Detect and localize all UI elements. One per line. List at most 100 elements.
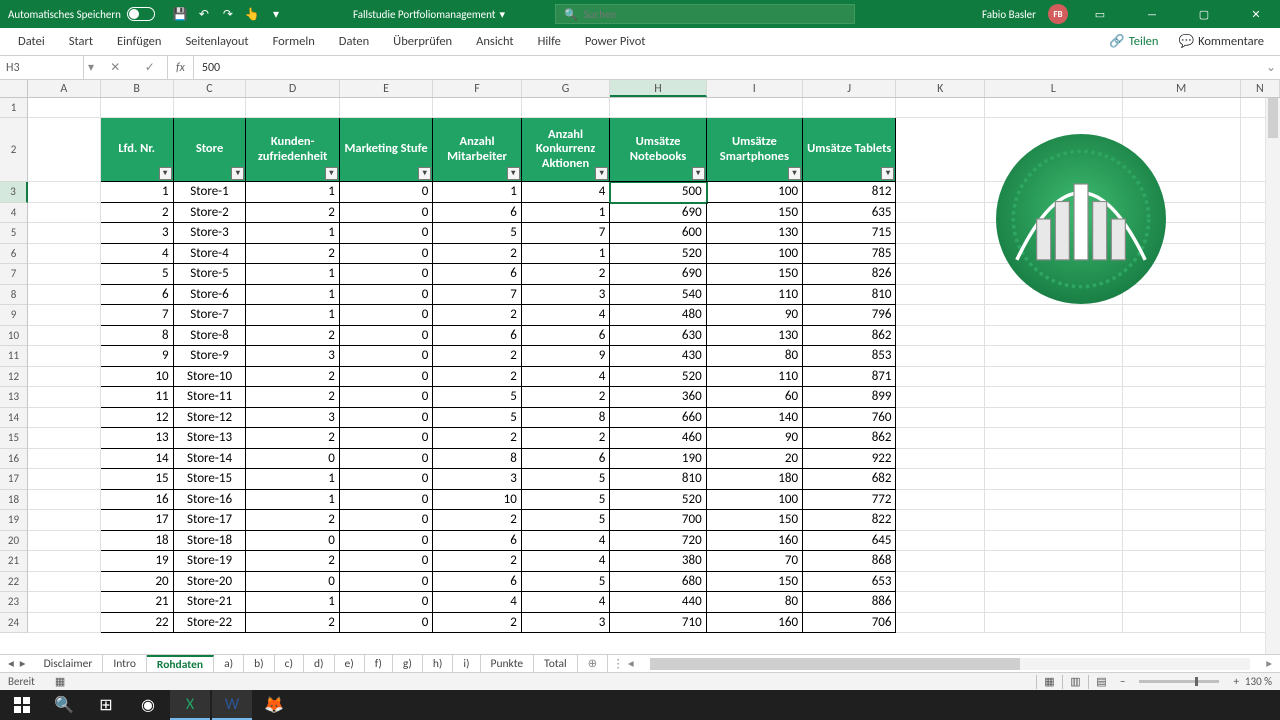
cell[interactable]: 6 xyxy=(522,326,611,347)
row-header-22[interactable]: 22 xyxy=(0,572,28,593)
cell[interactable]: 100 xyxy=(707,490,803,511)
maximize-button[interactable]: ▢ xyxy=(1184,0,1224,28)
cell[interactable]: 3 xyxy=(433,469,522,490)
cell[interactable]: 5 xyxy=(433,223,522,244)
table-header[interactable]: Store▾ xyxy=(174,118,247,182)
cell[interactable]: 190 xyxy=(610,449,706,470)
cell[interactable]: 0 xyxy=(340,326,433,347)
cell[interactable]: 60 xyxy=(707,387,803,408)
title-dropdown-icon[interactable]: ▾ xyxy=(499,8,505,21)
sheet-tab-intro[interactable]: Intro xyxy=(103,655,147,672)
sheet-tab-c[interactable]: c) xyxy=(275,655,304,672)
cancel-formula-icon[interactable]: ✕ xyxy=(110,60,120,75)
cell[interactable]: 710 xyxy=(610,613,706,634)
share-button[interactable]: 🔗 Teilen xyxy=(1099,34,1168,49)
cell[interactable]: Store-21 xyxy=(174,592,247,613)
cell[interactable]: 600 xyxy=(610,223,706,244)
cell[interactable]: 460 xyxy=(610,428,706,449)
cell[interactable]: 2 xyxy=(246,428,339,449)
vscroll-thumb[interactable] xyxy=(1268,98,1278,138)
cell[interactable]: Store-5 xyxy=(174,264,247,285)
cell[interactable]: 440 xyxy=(610,592,706,613)
row-header-18[interactable]: 18 xyxy=(0,490,28,511)
cell[interactable]: 16 xyxy=(101,490,174,511)
cell[interactable]: Store-13 xyxy=(174,428,247,449)
cell[interactable]: 1 xyxy=(246,469,339,490)
column-header-J[interactable]: J xyxy=(803,80,896,97)
cell[interactable]: 6 xyxy=(433,326,522,347)
cell[interactable]: 0 xyxy=(340,469,433,490)
sheet-tab-punkte[interactable]: Punkte xyxy=(481,655,535,672)
active-cell[interactable]: 500 xyxy=(610,182,706,203)
cell[interactable]: 20 xyxy=(707,449,803,470)
cell[interactable]: 3 xyxy=(522,285,611,306)
cell[interactable]: 7 xyxy=(433,285,522,306)
cell[interactable]: Store-22 xyxy=(174,613,247,634)
cell[interactable]: 150 xyxy=(707,510,803,531)
cell[interactable]: 2 xyxy=(246,510,339,531)
column-header-H[interactable]: H xyxy=(610,80,706,97)
cell[interactable]: 13 xyxy=(101,428,174,449)
cell[interactable]: 17 xyxy=(101,510,174,531)
sheet-tab-f[interactable]: f) xyxy=(365,655,393,672)
cell[interactable]: 8 xyxy=(522,408,611,429)
cell[interactable]: 886 xyxy=(803,592,896,613)
cell[interactable]: 0 xyxy=(340,285,433,306)
cell[interactable]: 90 xyxy=(707,428,803,449)
row-header-17[interactable]: 17 xyxy=(0,469,28,490)
cell[interactable]: 12 xyxy=(101,408,174,429)
cell[interactable]: 6 xyxy=(433,264,522,285)
cell[interactable]: 4 xyxy=(522,182,611,203)
row-header-24[interactable]: 24 xyxy=(0,613,28,634)
cell[interactable]: 0 xyxy=(340,387,433,408)
cell[interactable]: 0 xyxy=(340,428,433,449)
minimize-button[interactable]: — xyxy=(1132,0,1172,28)
name-box[interactable]: H3 xyxy=(0,56,84,79)
cell[interactable]: 2 xyxy=(433,367,522,388)
table-header[interactable]: Lfd. Nr.▾ xyxy=(101,118,174,182)
cell[interactable]: 4 xyxy=(522,551,611,572)
cell[interactable]: 0 xyxy=(340,510,433,531)
cell[interactable]: 520 xyxy=(610,244,706,265)
cell[interactable]: 20 xyxy=(101,572,174,593)
tab-split-handle[interactable]: ⋮ xyxy=(612,656,624,671)
row-header-7[interactable]: 7 xyxy=(0,264,28,285)
cell[interactable]: 80 xyxy=(707,592,803,613)
cell[interactable]: 10 xyxy=(101,367,174,388)
cell[interactable]: 1 xyxy=(246,490,339,511)
cell[interactable]: 853 xyxy=(803,346,896,367)
normal-view-icon[interactable]: ▦ xyxy=(1036,675,1062,689)
zoom-slider[interactable] xyxy=(1139,680,1219,683)
row-header-13[interactable]: 13 xyxy=(0,387,28,408)
ribbon-tab-seitenlayout[interactable]: Seitenlayout xyxy=(173,28,260,55)
cell[interactable]: 8 xyxy=(433,449,522,470)
sheet-nav-next-icon[interactable]: ▸ xyxy=(20,656,26,671)
cell[interactable]: 18 xyxy=(101,531,174,552)
cell[interactable]: 922 xyxy=(803,449,896,470)
hscroll-thumb[interactable] xyxy=(650,658,1020,670)
ribbon-tab-power pivot[interactable]: Power Pivot xyxy=(573,28,658,55)
cell[interactable]: 2 xyxy=(246,551,339,572)
cell[interactable]: 796 xyxy=(803,305,896,326)
filter-dropdown-icon[interactable]: ▾ xyxy=(507,167,520,180)
embedded-logo[interactable] xyxy=(996,134,1166,304)
cell[interactable]: 1 xyxy=(522,203,611,224)
cell[interactable]: 2 xyxy=(433,613,522,634)
cell[interactable]: 2 xyxy=(522,264,611,285)
cell[interactable]: 682 xyxy=(803,469,896,490)
cell[interactable]: 4 xyxy=(433,592,522,613)
cell[interactable]: 5 xyxy=(522,572,611,593)
table-header[interactable]: Kunden-zufriedenheit▾ xyxy=(246,118,339,182)
hscroll-left-icon[interactable]: ◂ xyxy=(624,656,638,671)
cell[interactable]: Store-20 xyxy=(174,572,247,593)
sheet-nav-prev-icon[interactable]: ◂ xyxy=(8,656,14,671)
cell[interactable]: 0 xyxy=(340,572,433,593)
user-name[interactable]: Fabio Basler xyxy=(982,8,1036,21)
cell[interactable]: 0 xyxy=(340,223,433,244)
undo-icon[interactable]: ↶ xyxy=(197,7,211,21)
cell[interactable]: 150 xyxy=(707,203,803,224)
cell[interactable]: 630 xyxy=(610,326,706,347)
spreadsheet-grid[interactable]: ABCDEFGHIJKLMN 12Lfd. Nr.▾Store▾Kunden-z… xyxy=(0,80,1280,654)
cell[interactable]: Store-15 xyxy=(174,469,247,490)
zoom-level[interactable]: 130 % xyxy=(1245,675,1272,688)
